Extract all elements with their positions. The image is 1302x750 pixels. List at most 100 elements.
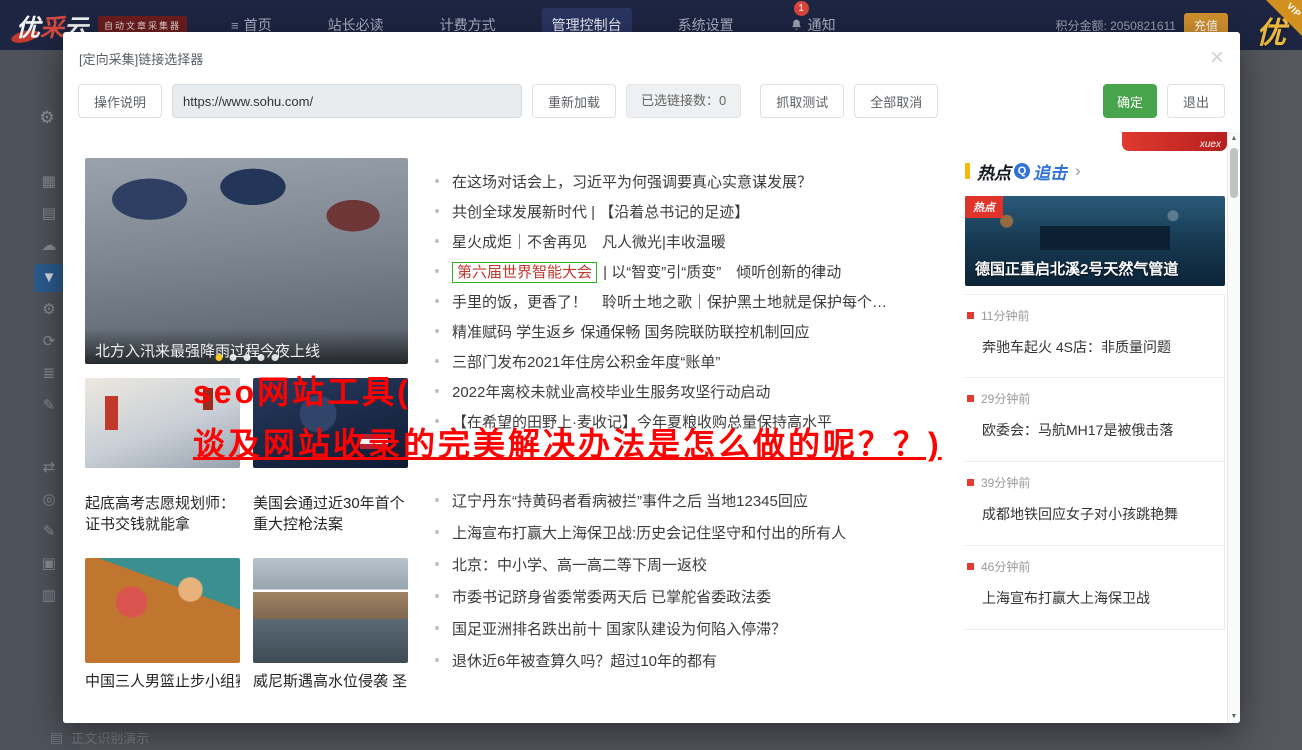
bell-icon <box>790 18 803 32</box>
headline-text: 共创全球发展新时代 | 【沿着总书记的足迹】 <box>452 203 750 221</box>
database-icon[interactable]: ≣ <box>34 360 64 388</box>
hot-news-time: 39分钟前 <box>981 476 1031 490</box>
article-thumb <box>253 378 408 468</box>
hot-badge: 热点 <box>965 196 1003 218</box>
url-input[interactable] <box>172 84 523 118</box>
carousel-dot[interactable] <box>271 354 278 361</box>
article-card[interactable]: 中国三人男篮止步小组赛 <box>85 558 240 692</box>
credits-balance: 积分金额: 2050821611 <box>1055 18 1176 33</box>
scroll-up-arrow[interactable]: ▲ <box>1228 135 1240 142</box>
sidebar-item-content-recognition[interactable]: ▤ 正文识别演示 <box>50 728 149 747</box>
reload-button[interactable]: 重新加载 <box>532 84 617 118</box>
accent-bar <box>965 163 970 179</box>
headline-list-top: 在这场对话会上，习近平为何强调要真心实意谋发展？ 共创全球发展新时代 | 【沿着总… <box>435 166 965 436</box>
hot-news-time: 46分钟前 <box>981 560 1031 574</box>
scrollbar[interactable]: ▲ ▼ <box>1227 132 1240 723</box>
hot-panel-header: 热点 Q 追击 › <box>965 160 1225 183</box>
doc-icon: ▤ <box>50 729 64 745</box>
hot-news-time: 29分钟前 <box>981 392 1031 406</box>
hot-news-item[interactable]: 29分钟前 欧委会：马航MH17是被俄击落 <box>965 378 1224 462</box>
hot-news-item[interactable]: 39分钟前 成都地铁回应女子对小孩跳艳舞 <box>965 462 1224 546</box>
headline-text: 上海宣布打赢大上海保卫战:历史会记住坚守和付出的所有人 <box>452 524 847 542</box>
grab-test-button[interactable]: 抓取测试 <box>760 84 845 118</box>
selected-count: 已选链接数：0 <box>626 84 742 118</box>
headline-item[interactable]: 退休近6年被查算久吗？超过10年的都有 <box>435 644 965 676</box>
headline-text-rest: | 以“智变”引“质变” 倾听创新的律动 <box>599 263 842 281</box>
bullet-icon <box>435 626 439 630</box>
headline-text: 手里的饭，更香了！ 聆听土地之歌｜保护黑土地就是保护每个… <box>452 293 888 311</box>
article-card[interactable]: 起底高考志愿规划师：证书交钱就能拿 <box>85 378 240 535</box>
headline-item[interactable]: 在这场对话会上，习近平为何强调要真心实意谋发展？ <box>435 166 965 196</box>
headline-item[interactable]: 市委书记跻身省委常委两天后 已掌舵省委政法委 <box>435 580 965 612</box>
headline-text: 2022年离校未就业高校毕业生服务攻坚行动启动 <box>452 383 771 401</box>
headline-item[interactable]: 上海宣布打赢大上海保卫战:历史会记住坚守和付出的所有人 <box>435 516 965 548</box>
article-cards-row: 中国三人男篮止步小组赛 威尼斯遇高水位侵袭 圣 <box>85 558 408 692</box>
hot-news-time: 11分钟前 <box>981 309 1030 323</box>
list-icon[interactable]: ▤ <box>34 200 64 228</box>
link-selector-modal: [定向采集]链接选择器 × 操作说明 重新加载 已选链接数：0 抓取测试 全部取… <box>63 32 1240 723</box>
headline-item[interactable]: 星火成炬｜不舍再见 凡人微光|丰收温暖 <box>435 226 965 256</box>
chevron-right-icon[interactable]: › <box>1075 161 1081 181</box>
bullet-icon <box>435 209 439 213</box>
bullet-icon <box>435 269 439 273</box>
dashboard-icon[interactable]: ▦ <box>34 168 64 196</box>
headline-item[interactable]: 北京：中小学、高一高二等下周一返校 <box>435 548 965 580</box>
headline-text: 【在希望的田野上·麦收记】今年夏粮收购总量保持高水平 <box>452 413 832 431</box>
write-icon[interactable]: ✎ <box>34 518 64 546</box>
logo-char: 优 <box>16 8 40 43</box>
hot-news-item[interactable]: 46分钟前 上海宣布打赢大上海保卫战 <box>965 546 1224 630</box>
carousel-dot[interactable] <box>243 354 250 361</box>
selected-link[interactable]: 第六届世界智能大会 <box>452 261 598 283</box>
webpage-preview: 北方入汛来最强降雨过程今夜上线 起底高考志愿规划师：证书交钱就能拿 美国会通过近3… <box>63 132 1240 723</box>
carousel-dot[interactable] <box>257 354 264 361</box>
confirm-button[interactable]: 确定 <box>1102 84 1157 118</box>
box-icon[interactable]: ▣ <box>34 550 64 578</box>
article-caption: 威尼斯遇高水位侵袭 圣 <box>253 673 408 690</box>
cancel-all-button[interactable]: 全部取消 <box>854 84 939 118</box>
link-icon[interactable]: ◎ <box>34 486 64 514</box>
carousel-dot[interactable] <box>215 354 222 361</box>
scroll-thumb[interactable] <box>1230 148 1238 198</box>
headline-item[interactable]: 手里的饭，更香了！ 聆听土地之歌｜保护黑土地就是保护每个… <box>435 286 965 316</box>
modal-header: [定向采集]链接选择器 × <box>63 32 1240 78</box>
headline-text: 市委书记跻身省委常委两天后 已掌舵省委政法委 <box>452 588 772 606</box>
headline-item[interactable]: 辽宁丹东“持黄码者看病被拦”事件之后 当地12345回应 <box>435 484 965 516</box>
carousel-image[interactable]: 北方入汛来最强降雨过程今夜上线 <box>85 158 408 364</box>
carousel-dots <box>215 354 278 361</box>
gear-icon[interactable]: ⚙ <box>32 108 62 128</box>
banner-text: xuex <box>1199 139 1221 150</box>
headline-list-bottom: 辽宁丹东“持黄码者看病被拦”事件之后 当地12345回应上海宣布打赢大上海保卫战… <box>435 484 965 676</box>
hot-title: 热点 <box>977 163 1011 183</box>
modal-title: [定向采集]链接选择器 <box>79 51 204 67</box>
article-card[interactable]: 威尼斯遇高水位侵袭 圣 <box>253 558 408 692</box>
hot-news-title: 奔驰车起火 4S店：非质量问题 <box>982 339 1172 355</box>
exit-button[interactable]: 退出 <box>1166 84 1225 118</box>
edit-icon[interactable]: ✎ <box>34 392 64 420</box>
headline-item[interactable]: 三部门发布2021年住房公积金年度“账单” <box>435 346 965 376</box>
article-card[interactable]: 美国会通过近30年首个重大控枪法案 <box>253 378 408 535</box>
close-icon[interactable]: × <box>1210 46 1224 70</box>
refresh-icon[interactable]: ⟳ <box>34 328 64 356</box>
cloud-icon[interactable]: ☁ <box>34 232 64 260</box>
hot-news-item[interactable]: 11分钟前奔驰车起火 4S店：非质量问题 <box>965 294 1224 378</box>
headline-column: 在这场对话会上，习近平为何强调要真心实意谋发展？ 共创全球发展新时代 | 【沿着总… <box>435 166 965 676</box>
bullet-icon <box>435 419 439 423</box>
help-button[interactable]: 操作说明 <box>78 84 163 118</box>
scroll-down-arrow[interactable]: ▼ <box>1228 713 1240 720</box>
carousel-dot[interactable] <box>229 354 236 361</box>
bullet-icon <box>435 562 439 566</box>
magnifier-icon: Q <box>1014 163 1030 179</box>
featured-article[interactable]: 热点 德国正重启北溪2号天然气管道 <box>965 196 1225 286</box>
promo-banner[interactable]: xuex <box>1122 132 1227 151</box>
headline-text: 辽宁丹东“持黄码者看病被拦”事件之后 当地12345回应 <box>452 492 808 510</box>
headline-item[interactable]: 第六届世界智能大会 | 以“智变”引“质变” 倾听创新的律动 <box>435 256 965 286</box>
book-icon[interactable]: ▥ <box>34 582 64 610</box>
sync-icon[interactable]: ⇄ <box>34 454 64 482</box>
headline-item[interactable]: 国足亚洲排名跌出前十 国家队建设为何陷入停滞？ <box>435 612 965 644</box>
settings-icon[interactable]: ⚙ <box>34 296 64 324</box>
headline-item[interactable]: 【在希望的田野上·麦收记】今年夏粮收购总量保持高水平 <box>435 406 965 436</box>
headline-item[interactable]: 共创全球发展新时代 | 【沿着总书记的足迹】 <box>435 196 965 226</box>
headline-item[interactable]: 精准赋码 学生返乡 保通保畅 国务院联防联控机制回应 <box>435 316 965 346</box>
headline-item[interactable]: 2022年离校未就业高校毕业生服务攻坚行动启动 <box>435 376 965 406</box>
filter-icon[interactable]: ▼ <box>34 264 64 292</box>
